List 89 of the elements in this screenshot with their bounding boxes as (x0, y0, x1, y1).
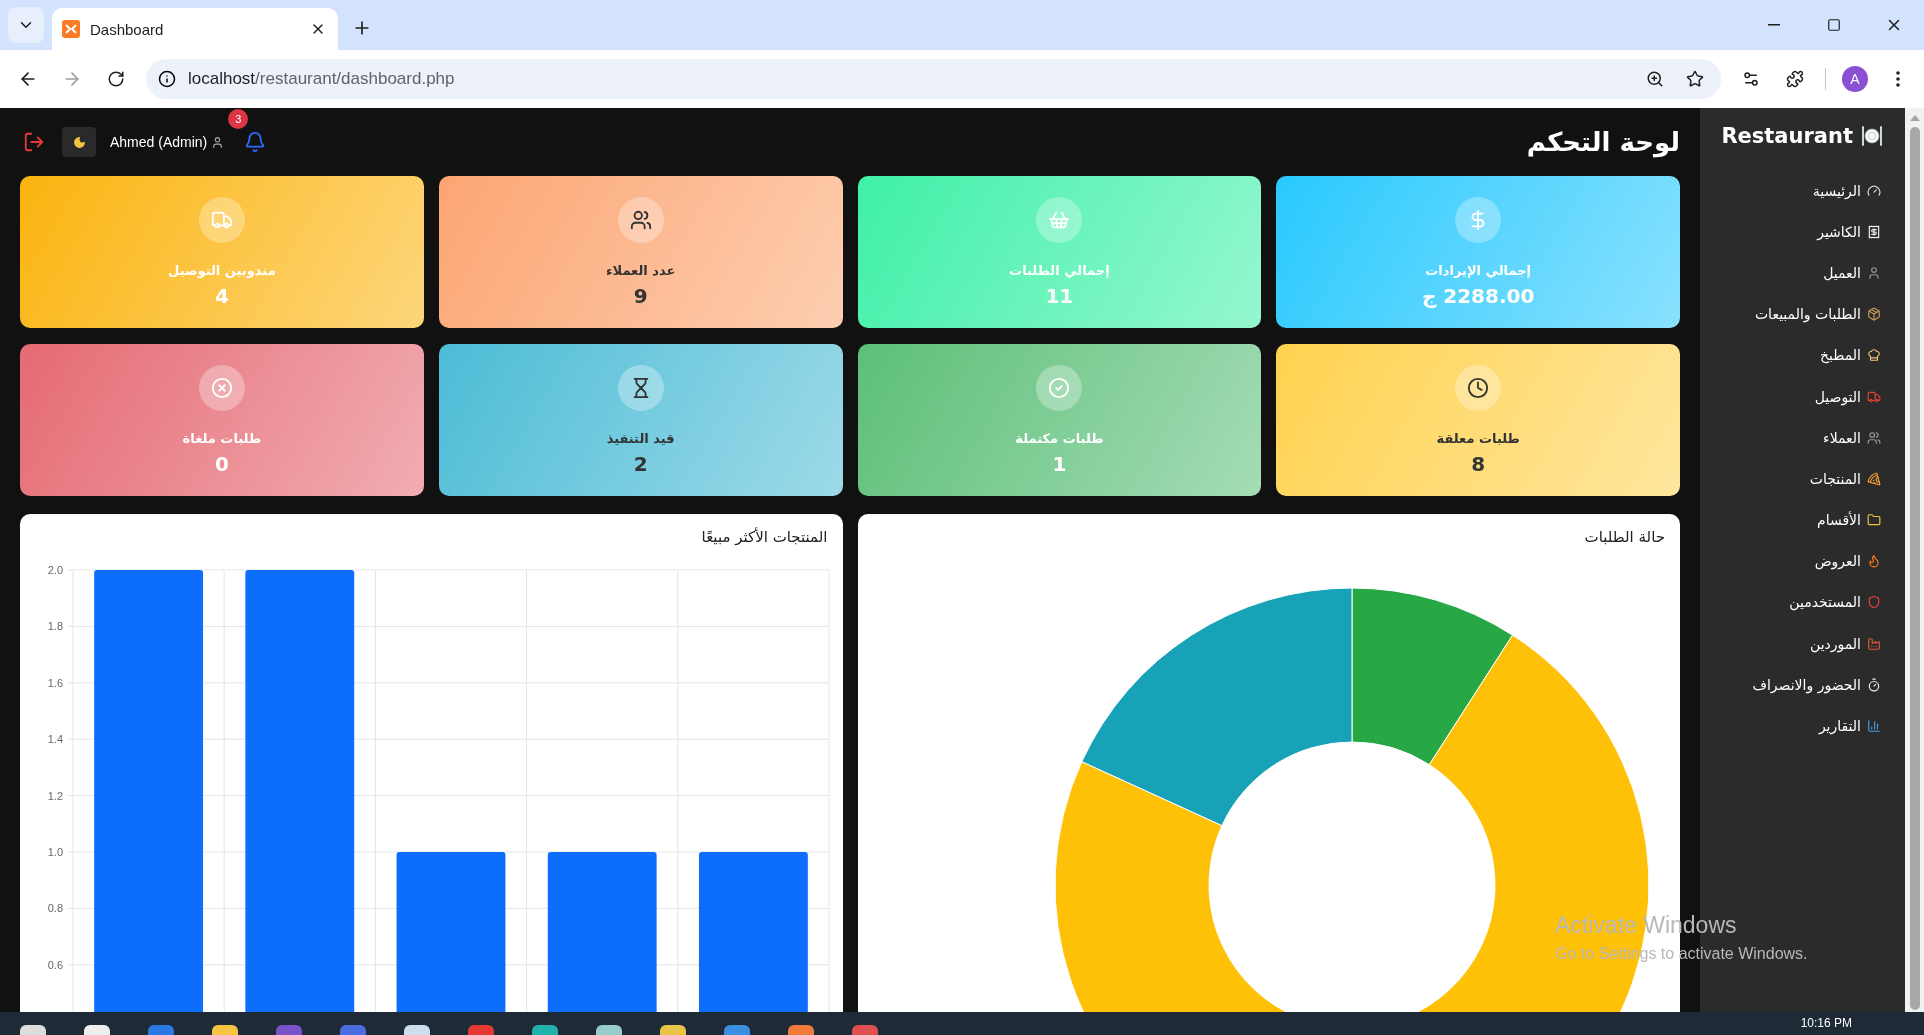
nav-link[interactable]: العميل (1700, 252, 1885, 294)
page-title: لوحة التحكم (1526, 127, 1680, 157)
nav-icon (1867, 183, 1881, 198)
stat-value: 9 (633, 283, 648, 308)
nav-link[interactable]: التقارير (1700, 705, 1885, 747)
nav-link[interactable]: المستخدمين (1700, 581, 1885, 624)
notification-badge: 3 (228, 109, 249, 129)
stat-value: 2288.00 ج (1421, 283, 1535, 308)
browser-tab[interactable]: Dashboard (52, 8, 338, 50)
star-icon (1686, 70, 1704, 88)
taskbar-app-icon[interactable] (660, 1025, 686, 1035)
user-icon (211, 135, 225, 149)
nav-icon (1867, 513, 1881, 528)
axis-tick-label: 0.6 (47, 958, 63, 971)
nav-icon (1867, 265, 1881, 280)
taskbar-app-icon[interactable] (596, 1025, 622, 1035)
stat-value: 4 (214, 283, 229, 308)
nav-icon (1867, 224, 1881, 239)
nav-icon (1867, 595, 1881, 610)
nav-icon (1867, 677, 1881, 692)
axis-tick-label: 0.8 (47, 902, 63, 915)
axis-tick-label: 1.4 (47, 733, 63, 746)
nav-link[interactable]: العروض (1700, 540, 1885, 582)
stat-value: 1 (1052, 451, 1067, 476)
info-icon (158, 70, 176, 88)
stat-value: 8 (1471, 451, 1486, 476)
nav-icon (1867, 554, 1881, 569)
favicon-icon (62, 20, 80, 38)
nav-link[interactable]: المطبخ (1700, 334, 1885, 376)
reload-icon (107, 70, 125, 88)
brand-name: Restaurant (1721, 124, 1853, 148)
moon-icon (72, 135, 86, 149)
nav-icon (1867, 430, 1881, 445)
user-name: Ahmed (Admin) (110, 134, 208, 150)
stat-value: 2 (633, 451, 648, 476)
stat-label: إجمالي الطلبات (1009, 262, 1110, 278)
nav-link[interactable]: التوصيل (1700, 375, 1885, 418)
taskbar-app-icon[interactable] (788, 1025, 814, 1035)
nav-icon (1867, 389, 1881, 404)
chart-title: حالة الطلبات (1583, 527, 1666, 546)
nav-icon (1867, 307, 1881, 322)
menu-icon (1896, 71, 1900, 87)
stat-label: إجمالي الإيرادات (1425, 262, 1531, 278)
tab-title: Dashboard (90, 20, 165, 38)
minimize-icon (1768, 24, 1780, 26)
stat-label: طلبات مكتملة (1015, 430, 1104, 446)
address-bar[interactable]: localhost/restaurant/dashboard.php (146, 59, 1721, 99)
axis-tick-label: 1.2 (47, 789, 63, 802)
plate-icon (1861, 124, 1883, 148)
stat-label: مندوبين التوصيل (168, 262, 276, 278)
url-text: localhost/restaurant/dashboard.php (188, 69, 456, 89)
stat-label: قيد التنفيذ (606, 430, 675, 446)
chart-title: المنتجات الأكثر مبيعًا (700, 526, 829, 546)
taskbar-app-icon[interactable] (532, 1025, 558, 1035)
taskbar-app-icon[interactable] (212, 1025, 238, 1035)
zoom-icon (1646, 70, 1664, 88)
nav-icon (1867, 348, 1881, 363)
sliders-icon (1742, 70, 1760, 88)
nav-link[interactable]: الموردين (1700, 623, 1885, 665)
taskbar-app-icon[interactable] (84, 1025, 110, 1035)
logout-icon (23, 131, 45, 153)
axis-tick-label: 2.0 (47, 564, 63, 576)
clock-time: 10:16 PM (1800, 1016, 1852, 1030)
stat-label: طلبات ملغاة (182, 430, 262, 446)
axis-tick-label: 1.0 (47, 846, 63, 858)
theme-toggle-button[interactable] (62, 127, 96, 157)
nav-link[interactable]: المنتجات (1700, 458, 1885, 500)
axis-tick-label: 1.8 (47, 620, 63, 633)
profile-avatar[interactable]: A (1842, 66, 1868, 92)
stat-label: طلبات معلقة (1436, 430, 1520, 446)
nav-link[interactable]: الحضور والانصراف (1700, 664, 1885, 706)
nav-link[interactable]: الأقسام (1700, 499, 1885, 541)
nav-icon (1867, 719, 1881, 734)
taskbar-app-icon[interactable] (404, 1025, 430, 1035)
taskbar-app-icon[interactable] (20, 1025, 46, 1035)
stat-value: 11 (1045, 283, 1074, 308)
puzzle-icon (1786, 70, 1804, 88)
stat-value: 0 (214, 451, 229, 476)
nav-icon (1867, 471, 1881, 486)
axis-tick-label: 1.6 (47, 676, 63, 689)
maximize-icon (1827, 18, 1841, 32)
nav-link[interactable]: الطلبات والمبيعات (1700, 293, 1885, 335)
scrollbar-thumb[interactable] (1909, 127, 1920, 1010)
bell-icon (244, 131, 267, 153)
nav-link[interactable]: الرئيسية (1700, 170, 1885, 212)
stat-label: عدد العملاء (605, 262, 676, 278)
nav-link[interactable]: الكاشير (1700, 211, 1885, 253)
nav-link[interactable]: العملاء (1700, 417, 1885, 459)
nav-icon (1867, 636, 1881, 651)
